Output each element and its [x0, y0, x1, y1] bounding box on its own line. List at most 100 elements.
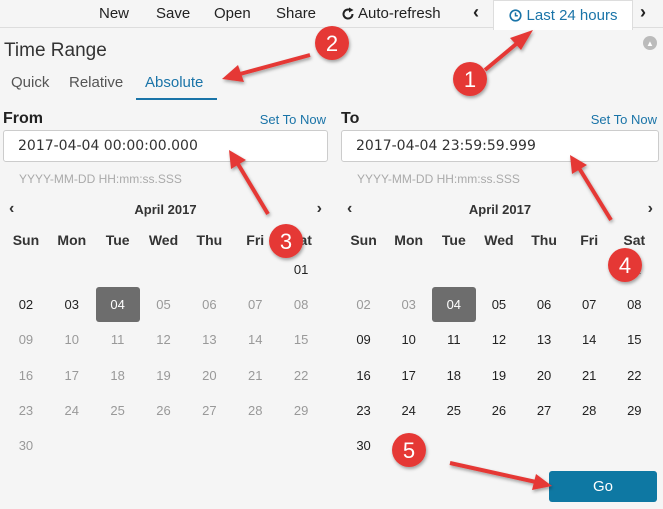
chevron-right-icon[interactable]: › [317, 200, 322, 218]
calendar-day[interactable]: 20 [522, 358, 567, 393]
calendar-day[interactable]: 07 [567, 287, 612, 322]
calendar-day[interactable]: 24 [49, 393, 95, 428]
calendar-day[interactable]: 26 [141, 393, 187, 428]
auto-refresh-button[interactable]: Auto-refresh [341, 5, 441, 22]
new-button[interactable]: New [99, 5, 129, 22]
calendar-day-number: 22 [627, 367, 642, 383]
calendar-day[interactable]: 01 [612, 252, 657, 287]
calendar-day[interactable]: 13 [522, 322, 567, 357]
save-button[interactable]: Save [156, 5, 190, 22]
calendar-day-number: 10 [64, 332, 80, 348]
calendar-day[interactable]: 11 [95, 322, 141, 357]
calendar-day[interactable]: 30 [341, 428, 386, 463]
go-button[interactable]: Go [549, 471, 657, 502]
calendar-day[interactable]: 25 [95, 393, 141, 428]
collapse-icon[interactable]: ▲ [643, 36, 657, 50]
calendar-day[interactable]: 23 [3, 393, 49, 428]
calendar-day[interactable]: 19 [476, 358, 521, 393]
calendar-day[interactable]: 15 [612, 322, 657, 357]
time-range-label: Last 24 hours [526, 7, 618, 24]
tab-absolute[interactable]: Absolute [145, 74, 203, 91]
calendar-day[interactable]: 21 [232, 358, 278, 393]
calendar-day[interactable]: 05 [476, 287, 521, 322]
calendar-day[interactable]: 02 [341, 287, 386, 322]
calendar-day[interactable]: 08 [612, 287, 657, 322]
calendar-day[interactable]: 16 [341, 358, 386, 393]
chevron-right-icon[interactable]: › [648, 200, 653, 218]
calendar-day[interactable]: 01 [278, 252, 324, 287]
calendar-day[interactable]: 12 [476, 322, 521, 357]
calendar-day[interactable]: 23 [341, 393, 386, 428]
calendar-day-number: 19 [156, 367, 171, 383]
calendar-day[interactable]: 09 [341, 322, 386, 357]
calendar-day[interactable]: 06 [522, 287, 567, 322]
calendar-day[interactable]: 06 [186, 287, 232, 322]
calendar-day-selected[interactable]: 04 [95, 287, 141, 323]
calendar-day[interactable]: 29 [278, 393, 324, 428]
from-set-to-now-link[interactable]: Set To Now [260, 112, 326, 127]
calendar-day[interactable]: 10 [386, 322, 431, 357]
calendar-day[interactable]: 16 [3, 358, 49, 393]
calendar-day[interactable]: 22 [612, 358, 657, 393]
calendar-day[interactable]: 02 [3, 287, 49, 322]
calendar-day[interactable]: 12 [141, 322, 187, 357]
calendar-day[interactable]: 27 [186, 393, 232, 428]
calendar-day[interactable]: 05 [141, 287, 187, 322]
to-set-to-now-link[interactable]: Set To Now [591, 112, 657, 127]
calendar-day[interactable]: 24 [386, 393, 431, 428]
calendar-day[interactable]: 20 [186, 358, 232, 393]
calendar-empty-cell [141, 428, 187, 463]
calendar-day-number: 07 [247, 297, 263, 313]
calendar-empty-cell [3, 252, 49, 287]
from-format-hint: YYYY-MM-DD HH:mm:ss.SSS [19, 172, 182, 186]
calendar-day[interactable]: 27 [522, 393, 567, 428]
calendar-day[interactable]: 25 [431, 393, 476, 428]
calendar-day-number: 28 [581, 402, 597, 418]
calendar-day[interactable]: 10 [49, 322, 95, 357]
to-datetime-input[interactable] [341, 130, 659, 162]
time-range-button[interactable]: Last 24 hours [493, 0, 633, 30]
calendar-day[interactable]: 19 [141, 358, 187, 393]
calendar-empty-cell [431, 252, 476, 287]
calendar-day[interactable]: 18 [431, 358, 476, 393]
calendar-day[interactable]: 18 [95, 358, 141, 393]
calendar-day[interactable]: 30 [3, 428, 49, 463]
calendar-day[interactable]: 03 [386, 287, 431, 322]
calendar-day[interactable]: 26 [476, 393, 521, 428]
calendar-day[interactable]: 09 [3, 322, 49, 357]
from-calendar-grid: Sun Mon Tue Wed Thu Fri Sat 01 02 03 04 05 06 07 08 09 1… [3, 232, 324, 463]
tab-relative[interactable]: Relative [69, 74, 123, 91]
from-datetime-input[interactable] [3, 130, 328, 162]
calendar-day-number: 12 [491, 332, 507, 348]
calendar-day-number: 19 [491, 367, 507, 383]
tab-quick[interactable]: Quick [11, 74, 49, 91]
chevron-left-icon[interactable]: ‹ [473, 2, 479, 23]
calendar-day[interactable]: 03 [49, 287, 95, 322]
calendar-day[interactable]: 17 [386, 358, 431, 393]
chevron-right-icon[interactable]: › [640, 2, 646, 23]
calendar-day[interactable]: 28 [232, 393, 278, 428]
calendar-day[interactable]: 29 [612, 393, 657, 428]
share-button[interactable]: Share [276, 5, 316, 22]
calendar-day-selected[interactable]: 04 [431, 287, 476, 323]
calendar-day[interactable]: 13 [186, 322, 232, 357]
calendar-day[interactable]: 14 [567, 322, 612, 357]
calendar-day-number: 12 [156, 332, 171, 348]
open-button[interactable]: Open [214, 5, 251, 22]
calendar-day-number: 11 [110, 332, 125, 348]
weekday-header: Sun [12, 232, 40, 248]
calendar-day-number: 01 [293, 262, 309, 278]
calendar-day-number: 04 [431, 287, 476, 323]
calendar-day[interactable]: 21 [567, 358, 612, 393]
calendar-day[interactable]: 14 [232, 322, 278, 357]
calendar-day[interactable]: 22 [278, 358, 324, 393]
calendar-day[interactable]: 11 [431, 322, 476, 357]
calendar-day[interactable]: 17 [49, 358, 95, 393]
calendar-day[interactable]: 15 [278, 322, 324, 357]
calendar-day[interactable]: 28 [567, 393, 612, 428]
calendar-day-number: 05 [491, 297, 507, 313]
calendar-empty-cell [95, 252, 141, 287]
calendar-day[interactable]: 08 [278, 287, 324, 322]
annotation-arrow [449, 461, 537, 484]
calendar-day[interactable]: 07 [232, 287, 278, 322]
